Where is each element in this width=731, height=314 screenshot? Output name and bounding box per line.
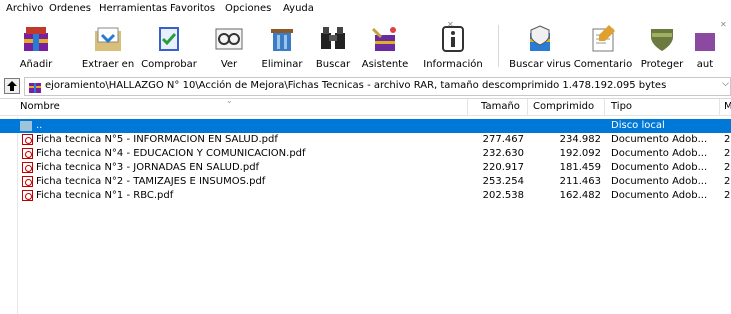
- wizard-icon: [371, 27, 396, 51]
- file-row[interactable]: Ficha tecnica N°1 - RBC.pdf 202.538 162.…: [0, 189, 731, 203]
- rar-archive-icon: [29, 83, 41, 93]
- file-row[interactable]: Ficha tecnica N°4 - EDUCACION Y COMUNICA…: [0, 147, 731, 161]
- comment-icon: [592, 25, 615, 52]
- virus-scan-icon: [530, 25, 550, 51]
- up-folder-button[interactable]: [4, 78, 20, 94]
- file-type: Documento Adob...: [611, 190, 708, 201]
- menu-opciones[interactable]: Opciones: [225, 3, 271, 14]
- column-packed[interactable]: Comprimido: [533, 101, 594, 112]
- toolbar: Añadir Extraer en Comprobar Ver Eliminar: [0, 19, 731, 73]
- file-size: 232.630: [482, 148, 524, 159]
- pdf-file-icon: [22, 148, 33, 159]
- column-name[interactable]: Nombre: [20, 101, 60, 112]
- test-icon: [159, 27, 179, 51]
- file-size: 202.538: [482, 190, 524, 201]
- close-icon[interactable]: ✕: [447, 20, 454, 29]
- file-type: Documento Adob...: [611, 176, 708, 187]
- file-size: 220.917: [482, 162, 524, 173]
- file-packed-size: 181.459: [559, 162, 601, 173]
- file-packed-size: 192.092: [559, 148, 601, 159]
- menu-ayuda[interactable]: Ayuda: [283, 3, 314, 14]
- file-type: Documento Adob...: [611, 148, 708, 159]
- file-list: .. Disco local Ficha tecnica N°5 - INFOR…: [0, 117, 731, 314]
- column-header: Nombre ⌄ Tamaño Comprimido Tipo M: [0, 96, 731, 116]
- sort-chevron-icon: ⌄: [226, 96, 233, 105]
- add-archive-icon: [24, 27, 48, 51]
- column-divider[interactable]: [527, 99, 528, 116]
- arrow-up-icon: [7, 81, 17, 91]
- add-button[interactable]: Añadir: [14, 19, 58, 73]
- pdf-file-icon: [22, 134, 33, 145]
- sfx-icon: [695, 33, 715, 51]
- file-modified: 2: [724, 176, 731, 187]
- file-type: Documento Adob...: [611, 134, 708, 145]
- extract-to-icon: [95, 27, 121, 51]
- parent-folder-type: Disco local: [611, 120, 665, 131]
- column-modified[interactable]: M: [724, 101, 731, 112]
- file-name: Ficha tecnica N°3 - JORNADAS EN SALUD.pd…: [36, 162, 260, 173]
- file-name: Ficha tecnica N°5 - INFORMACION EN SALUD…: [36, 134, 278, 145]
- protect-icon: [651, 29, 673, 51]
- column-type[interactable]: Tipo: [611, 101, 632, 112]
- info-label: Información: [423, 59, 483, 70]
- file-name: Ficha tecnica N°2 - TAMIZAJES E INSUMOS.…: [36, 176, 266, 187]
- menu-ordenes[interactable]: Ordenes: [49, 3, 91, 14]
- file-row[interactable]: Ficha tecnica N°3 - JORNADAS EN SALUD.pd…: [0, 161, 731, 175]
- file-modified: 2: [724, 190, 731, 201]
- file-size: 277.467: [482, 134, 524, 145]
- file-packed-size: 234.982: [559, 134, 601, 145]
- address-field[interactable]: ejoramiento\HALLAZGO N° 10\Acción de Mej…: [24, 77, 731, 96]
- pdf-file-icon: [22, 190, 33, 201]
- close-icon[interactable]: ✕: [720, 20, 727, 29]
- column-divider[interactable]: [604, 99, 605, 116]
- menu-bar: Archivo Ordenes Herramientas Favoritos O…: [0, 0, 731, 19]
- file-modified: 2: [724, 148, 731, 159]
- column-divider[interactable]: [467, 99, 468, 116]
- file-type: Documento Adob...: [611, 162, 708, 173]
- file-row[interactable]: Ficha tecnica N°5 - INFORMACION EN SALUD…: [0, 133, 731, 147]
- parent-folder-icon: [20, 121, 32, 131]
- menu-herramientas[interactable]: Herramientas: [99, 3, 167, 14]
- view-icon: [215, 28, 243, 50]
- address-path: ejoramiento\HALLAZGO N° 10\Acción de Mej…: [45, 80, 667, 91]
- address-bar: ejoramiento\HALLAZGO N° 10\Acción de Mej…: [0, 77, 731, 97]
- file-packed-size: 211.463: [559, 176, 601, 187]
- column-size[interactable]: Tamaño: [481, 101, 520, 112]
- file-name: Ficha tecnica N°4 - EDUCACION Y COMUNICA…: [36, 148, 306, 159]
- sfx-label: aut: [696, 59, 714, 70]
- file-modified: 2: [724, 162, 731, 173]
- chevron-down-icon[interactable]: ⌵: [722, 79, 729, 89]
- pdf-file-icon: [22, 162, 33, 173]
- parent-folder-row[interactable]: .. Disco local: [0, 119, 731, 133]
- file-name: Ficha tecnica N°1 - RBC.pdf: [36, 190, 174, 201]
- pdf-file-icon: [22, 176, 33, 187]
- delete-icon: [271, 29, 293, 51]
- parent-folder-name: ..: [36, 120, 43, 131]
- sfx-button[interactable]: aut: [690, 19, 720, 73]
- menu-favoritos[interactable]: Favoritos: [170, 3, 215, 14]
- file-modified: 2: [724, 134, 731, 145]
- find-icon: [321, 27, 345, 49]
- file-size: 253.254: [482, 176, 524, 187]
- file-row[interactable]: Ficha tecnica N°2 - TAMIZAJES E INSUMOS.…: [0, 175, 731, 189]
- column-divider[interactable]: [719, 99, 720, 116]
- file-packed-size: 162.482: [559, 190, 601, 201]
- menu-archivo[interactable]: Archivo: [6, 3, 43, 14]
